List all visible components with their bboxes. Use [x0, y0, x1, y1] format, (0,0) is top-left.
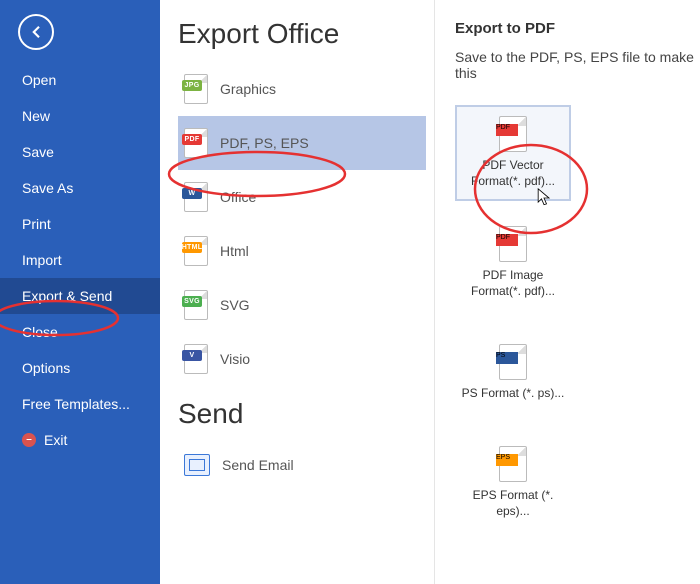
tile-eps[interactable]: EPS EPS Format (*. eps)...	[455, 435, 571, 531]
sidebar-item-save-as[interactable]: Save As	[0, 170, 160, 206]
export-item-html[interactable]: HTML Html	[178, 224, 426, 278]
export-list: JPG Graphics PDF PDF, PS, EPS W Office H…	[178, 62, 426, 386]
right-description: Save to the PDF, PS, EPS file to make th…	[455, 49, 694, 81]
export-item-label: Office	[220, 189, 256, 205]
sidebar-item-label: Save	[22, 144, 54, 160]
sidebar-item-label: Import	[22, 252, 62, 268]
export-item-graphics[interactable]: JPG Graphics	[178, 62, 426, 116]
right-heading: Export to PDF	[455, 20, 694, 37]
tile-pdf-vector[interactable]: PDF PDF Vector Format(*. pdf)...	[455, 105, 571, 201]
sidebar-item-label: Save As	[22, 180, 73, 196]
cursor-icon	[537, 188, 551, 208]
export-column: Export Office JPG Graphics PDF PDF, PS, …	[160, 0, 435, 584]
ps-icon: PS	[499, 344, 527, 380]
tile-label: PS Format (*. ps)...	[462, 386, 565, 402]
sidebar-item-label: New	[22, 108, 50, 124]
export-item-office[interactable]: W Office	[178, 170, 426, 224]
sidebar-item-import[interactable]: Import	[0, 242, 160, 278]
sidebar-item-label: Options	[22, 360, 70, 376]
export-item-label: Html	[220, 243, 249, 259]
sidebar-item-label: Exit	[44, 432, 67, 448]
sidebar-item-free-templates[interactable]: Free Templates...	[0, 386, 160, 422]
tile-pdf-image[interactable]: PDF PDF Image Format(*. pdf)...	[455, 215, 571, 311]
sidebar-item-save[interactable]: Save	[0, 134, 160, 170]
eps-icon: EPS	[499, 446, 527, 482]
send-item-label: Send Email	[222, 457, 294, 473]
content-area: Export Office JPG Graphics PDF PDF, PS, …	[160, 0, 700, 584]
export-item-label: Visio	[220, 351, 250, 367]
back-button[interactable]	[18, 14, 54, 50]
app-root: Open New Save Save As Print Import Expor…	[0, 0, 700, 584]
tile-label: EPS Format (*. eps)...	[461, 488, 565, 519]
export-heading: Export Office	[178, 18, 426, 50]
tile-label: PDF Vector Format(*. pdf)...	[461, 158, 565, 189]
sidebar-item-label: Print	[22, 216, 51, 232]
send-list: Send Email	[178, 442, 426, 488]
sidebar-item-label: Close	[22, 324, 58, 340]
jpg-icon: JPG	[184, 74, 208, 104]
sidebar-item-label: Export & Send	[22, 288, 112, 304]
file-menu-sidebar: Open New Save Save As Print Import Expor…	[0, 0, 160, 584]
tile-label: PDF Image Format(*. pdf)...	[461, 268, 565, 299]
sidebar-item-exit[interactable]: – Exit	[0, 422, 160, 458]
pdf-icon: PDF	[184, 128, 208, 158]
export-item-label: PDF, PS, EPS	[220, 135, 309, 151]
sidebar-item-open[interactable]: Open	[0, 62, 160, 98]
word-icon: W	[184, 182, 208, 212]
export-item-label: SVG	[220, 297, 250, 313]
right-column: Export to PDF Save to the PDF, PS, EPS f…	[435, 0, 700, 584]
sidebar-item-export-send[interactable]: Export & Send	[0, 278, 160, 314]
svg-icon: SVG	[184, 290, 208, 320]
export-item-label: Graphics	[220, 81, 276, 97]
send-item-email[interactable]: Send Email	[178, 442, 426, 488]
sidebar-item-close[interactable]: Close	[0, 314, 160, 350]
tile-ps[interactable]: PS PS Format (*. ps)...	[455, 325, 571, 421]
pdf-icon: PDF	[499, 116, 527, 152]
sidebar-item-label: Open	[22, 72, 56, 88]
sidebar-item-new[interactable]: New	[0, 98, 160, 134]
send-heading: Send	[178, 398, 426, 430]
sidebar-item-options[interactable]: Options	[0, 350, 160, 386]
pdf-icon: PDF	[499, 226, 527, 262]
export-item-pdf-ps-eps[interactable]: PDF PDF, PS, EPS	[178, 116, 426, 170]
sidebar-item-print[interactable]: Print	[0, 206, 160, 242]
export-item-visio[interactable]: V Visio	[178, 332, 426, 386]
sidebar-item-label: Free Templates...	[22, 396, 130, 412]
tiles-container: PDF PDF Vector Format(*. pdf)... PDF PDF…	[455, 105, 694, 531]
arrow-left-icon	[27, 23, 45, 41]
export-item-svg[interactable]: SVG SVG	[178, 278, 426, 332]
visio-icon: V	[184, 344, 208, 374]
html-icon: HTML	[184, 236, 208, 266]
exit-icon: –	[22, 433, 36, 447]
email-icon	[184, 454, 210, 476]
